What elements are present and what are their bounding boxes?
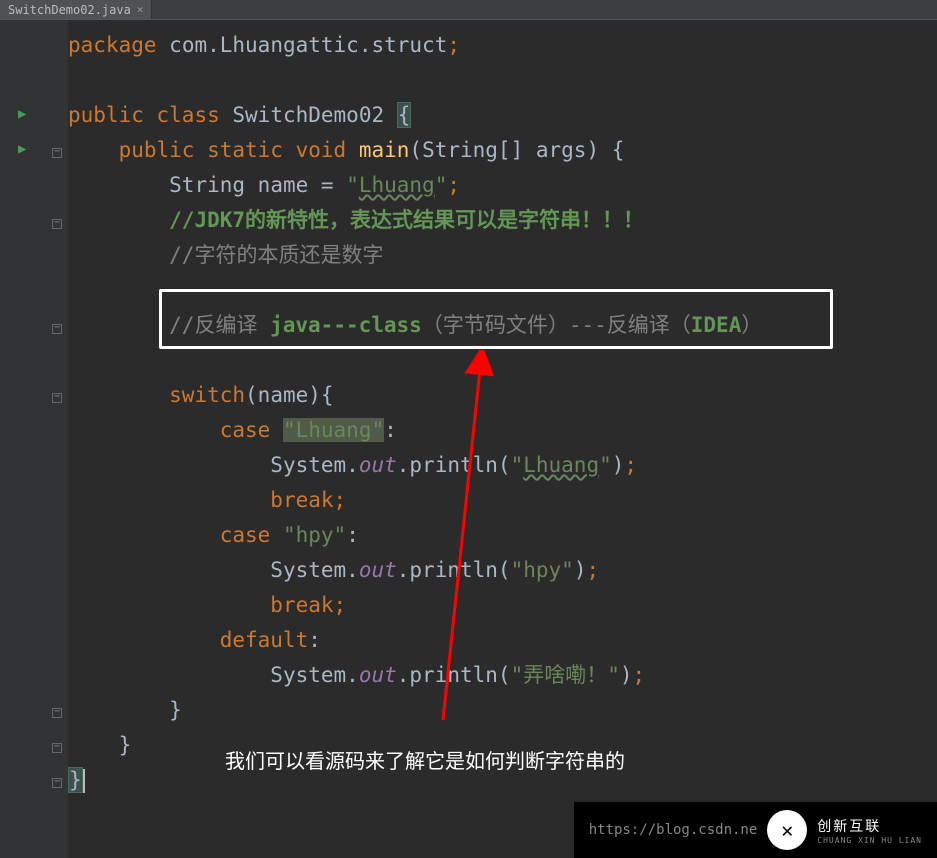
keyword-default: default xyxy=(220,628,309,652)
keyword-public: public xyxy=(68,103,144,127)
keyword-switch: switch xyxy=(169,383,245,407)
method-main: main xyxy=(359,138,410,162)
case-value: "Lhuang" xyxy=(283,418,384,442)
fold-icon[interactable] xyxy=(52,743,62,753)
editor-tab[interactable]: SwitchDemo02.java × xyxy=(0,0,152,19)
class-name: SwitchDemo02 xyxy=(232,103,384,127)
keyword-package: package xyxy=(68,33,157,57)
close-icon[interactable]: × xyxy=(137,3,144,16)
package-name: com.Lhuangattic.struct xyxy=(169,33,447,57)
fold-icon[interactable] xyxy=(52,393,62,403)
fold-icon[interactable] xyxy=(52,148,62,158)
case-value: "hpy" xyxy=(283,523,346,547)
watermark-logo-icon: ✕ xyxy=(767,810,807,850)
run-icon[interactable]: ▶ xyxy=(18,141,26,157)
comment-char: //字符的本质还是数字 xyxy=(169,243,383,267)
tab-bar: SwitchDemo02.java × xyxy=(0,0,937,20)
comment-jdk7: //JDK7的新特性，表达式结果可以是字符串！！！ xyxy=(169,208,644,232)
run-icon[interactable]: ▶ xyxy=(18,106,26,122)
annotation-text: 我们可以看源码来了解它是如何判断字符串的 xyxy=(225,745,625,774)
watermark: https://blog.csdn.ne ✕ 创新互联 CHUANG XIN H… xyxy=(574,802,937,858)
brace-open: { xyxy=(397,102,412,128)
watermark-brand-sub: CHUANG XIN HU LIAN xyxy=(817,836,922,845)
comment-decompile: //反编译 java---class（字节码文件）---反编译（IDEA） xyxy=(169,313,762,337)
fold-icon[interactable] xyxy=(52,324,62,334)
watermark-url: https://blog.csdn.ne xyxy=(589,822,758,838)
fold-icon[interactable] xyxy=(52,778,62,788)
brace-close: } xyxy=(68,767,83,793)
keyword-class: class xyxy=(157,103,220,127)
watermark-brand: 创新互联 xyxy=(817,816,922,836)
cursor xyxy=(83,769,85,793)
fold-icon[interactable] xyxy=(52,708,62,718)
code-editor[interactable]: package com.Lhuangattic.struct; public c… xyxy=(68,20,762,858)
fold-icon[interactable] xyxy=(52,219,62,229)
editor-area: ▶ ▶ package com.Lhuangattic.struct; publ… xyxy=(0,20,937,858)
gutter[interactable]: ▶ ▶ xyxy=(0,20,68,858)
tab-filename: SwitchDemo02.java xyxy=(8,3,131,17)
